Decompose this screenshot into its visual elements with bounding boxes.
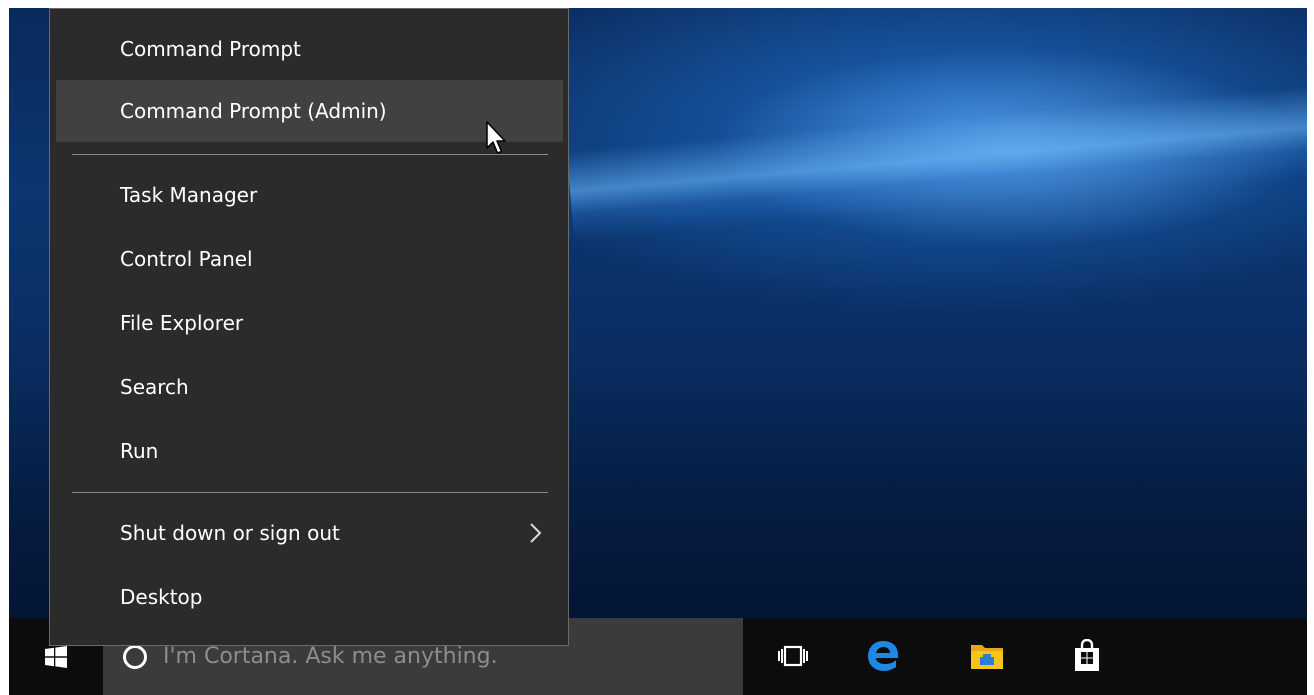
- windows-logo-icon: [45, 645, 67, 668]
- menu-item-label: Task Manager: [120, 183, 258, 207]
- task-view-button[interactable]: [771, 634, 815, 678]
- chevron-right-icon: [530, 523, 542, 543]
- menu-item-file-explorer[interactable]: File Explorer: [56, 292, 563, 354]
- task-view-icon: [778, 645, 808, 667]
- menu-item-command-prompt[interactable]: Command Prompt: [56, 18, 563, 80]
- power-user-menu: Command Prompt Command Prompt (Admin) Ta…: [49, 8, 569, 646]
- menu-item-desktop[interactable]: Desktop: [56, 566, 563, 628]
- wallpaper-light-beam: [566, 85, 1307, 241]
- menu-item-label: File Explorer: [120, 311, 244, 335]
- menu-item-label: Desktop: [120, 585, 203, 609]
- menu-item-label: Shut down or sign out: [120, 521, 340, 545]
- menu-item-label: Control Panel: [120, 247, 253, 271]
- menu-separator: [72, 492, 548, 493]
- edge-button[interactable]: [861, 634, 905, 678]
- menu-item-run[interactable]: Run: [56, 420, 563, 482]
- menu-item-label: Command Prompt (Admin): [120, 99, 387, 123]
- edge-icon: [868, 641, 898, 671]
- search-placeholder[interactable]: I'm Cortana. Ask me anything.: [163, 644, 498, 669]
- menu-item-label: Search: [120, 375, 189, 399]
- mouse-cursor-icon: [486, 121, 506, 154]
- menu-item-control-panel[interactable]: Control Panel: [56, 228, 563, 290]
- cortana-icon: [123, 644, 147, 669]
- menu-item-label: Command Prompt: [120, 37, 301, 61]
- menu-separator: [72, 154, 548, 155]
- menu-item-search[interactable]: Search: [56, 356, 563, 418]
- store-icon: [1075, 639, 1099, 671]
- store-button[interactable]: [1065, 634, 1109, 678]
- menu-item-task-manager[interactable]: Task Manager: [56, 164, 563, 226]
- menu-item-label: Run: [120, 439, 159, 463]
- file-explorer-icon: [971, 645, 1003, 669]
- file-explorer-button[interactable]: [965, 634, 1009, 678]
- menu-item-shut-down-or-sign-out[interactable]: Shut down or sign out: [56, 502, 563, 564]
- screen: I'm Cortana. Ask me anything. Command Pr…: [0, 0, 1314, 695]
